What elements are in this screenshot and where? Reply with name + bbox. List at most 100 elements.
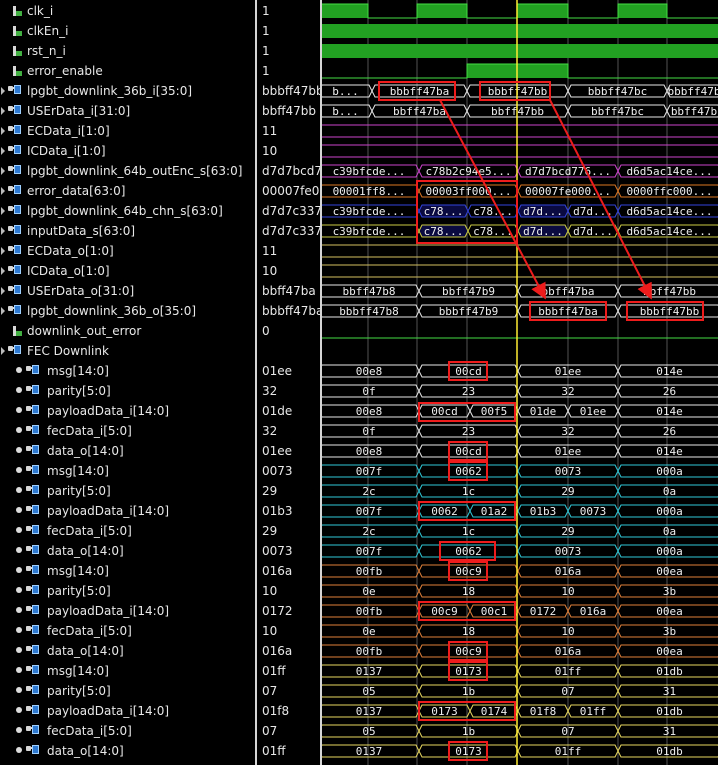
signal-name: data_o[14:0] bbox=[47, 644, 124, 658]
expand-arrow-icon[interactable] bbox=[1, 346, 7, 356]
bus-waveform[interactable]: b...bbff47babbff47bbbbff47bcbbff47b bbox=[318, 104, 718, 118]
signal-row[interactable]: USErData_o[31:0] bbox=[0, 281, 255, 301]
signal-row[interactable]: lpgbt_downlink_36b_i[35:0] bbox=[0, 81, 255, 101]
signal-row[interactable]: data_o[14:0] bbox=[0, 641, 255, 661]
bus-waveform[interactable]: 00e8 00cd 01ee 014e bbox=[318, 364, 718, 378]
bus-waveform[interactable]: 007f 0062 01a2 01b3 0073 000a bbox=[318, 504, 718, 518]
waveform-pane[interactable]: b... bbbff47ba bbbff47bb bbbff47bc bbbff47b b… bbox=[318, 0, 718, 765]
signal-row[interactable]: rst_n_i bbox=[0, 41, 255, 61]
signal-row[interactable]: FEC Downlink bbox=[0, 341, 255, 361]
expand-arrow-icon[interactable] bbox=[1, 146, 7, 156]
signal-row[interactable]: ECData_o[1:0] bbox=[0, 241, 255, 261]
bus-waveform[interactable]: 00e8 00cd 01ee 014e bbox=[318, 444, 718, 458]
signal-row[interactable]: data_o[14:0] bbox=[0, 441, 255, 461]
signal-row[interactable]: parity[5:0] bbox=[0, 681, 255, 701]
expand-arrow-icon[interactable] bbox=[1, 306, 7, 316]
bus-waveform[interactable]: 0e 18 10 3b bbox=[318, 624, 718, 638]
signal-row[interactable]: fecData_i[5:0] bbox=[0, 521, 255, 541]
signal-value: 10 bbox=[262, 144, 278, 158]
expand-arrow-icon[interactable] bbox=[1, 246, 7, 256]
signal-row[interactable]: downlink_out_error bbox=[0, 321, 255, 341]
bus-waveform[interactable]: 0f 23 32 26 bbox=[318, 384, 718, 398]
signal-row[interactable]: clkEn_i bbox=[0, 21, 255, 41]
bus-waveform[interactable]: 0137 0173 0174 01f8 01ff 01db bbox=[318, 704, 718, 718]
bus-waveform[interactable]: 0f 23 32 26 bbox=[318, 424, 718, 438]
signal-row[interactable]: clk_i bbox=[0, 1, 255, 21]
signal-row[interactable]: msg[14:0] bbox=[0, 461, 255, 481]
bus-waveform[interactable]: 00fb 00c9 00c1 0172 016a 00ea bbox=[318, 604, 718, 618]
expand-arrow-icon[interactable] bbox=[1, 206, 7, 216]
bit-waveform[interactable] bbox=[322, 3, 718, 19]
bus-icon-block bbox=[32, 645, 39, 654]
bus-waveform[interactable]: 05 1b 07 31 bbox=[318, 684, 718, 698]
signal-row[interactable]: msg[14:0] bbox=[0, 361, 255, 381]
signal-row[interactable]: payloadData_i[14:0] bbox=[0, 501, 255, 521]
signal-row[interactable]: data_o[14:0] bbox=[0, 741, 255, 761]
bus-waveform[interactable]: 0137 0173 01ff 01db bbox=[318, 744, 718, 758]
signal-row[interactable]: ICData_o[1:0] bbox=[0, 261, 255, 281]
bit-waveform[interactable] bbox=[322, 63, 718, 79]
signal-row[interactable]: payloadData_i[14:0] bbox=[0, 601, 255, 621]
signal-row[interactable]: lpgbt_downlink_36b_o[35:0] bbox=[0, 301, 255, 321]
bus-waveform[interactable] bbox=[322, 124, 718, 138]
bus-waveform[interactable]: 00001ff8... 00003ff000... 00007fe000... 000… bbox=[318, 184, 718, 198]
signal-row[interactable]: parity[5:0] bbox=[0, 581, 255, 601]
sub-signal-bullet-icon bbox=[16, 567, 22, 573]
signal-row[interactable]: fecData_i[5:0] bbox=[0, 621, 255, 641]
expand-arrow-icon[interactable] bbox=[1, 226, 7, 236]
bus-icon-block bbox=[32, 445, 39, 454]
expand-arrow-icon[interactable] bbox=[1, 86, 7, 96]
signal-row[interactable]: msg[14:0] bbox=[0, 661, 255, 681]
bus-waveform[interactable]: 0137 0173 01ff 01db bbox=[318, 664, 718, 678]
bus-waveform[interactable]: 007f 0062 0073 000a bbox=[318, 464, 718, 478]
bus-waveform[interactable]: bbbff47b8 bbbff47b9 bbbff47ba bbbff47bb bbox=[318, 304, 718, 318]
signal-row[interactable]: payloadData_i[14:0] bbox=[0, 701, 255, 721]
expand-arrow-icon[interactable] bbox=[1, 266, 7, 276]
bus-waveform[interactable]: 00fb 00c9 016a 00ea bbox=[318, 564, 718, 578]
bus-segment-value: 00ea bbox=[656, 565, 683, 578]
signal-row[interactable]: payloadData_i[14:0] bbox=[0, 401, 255, 421]
signal-row[interactable]: USErData_i[31:0] bbox=[0, 101, 255, 121]
signal-row[interactable]: msg[14:0] bbox=[0, 561, 255, 581]
bus-segment-value: 31 bbox=[663, 725, 676, 738]
bus-waveform[interactable]: 05 1b 07 31 bbox=[318, 724, 718, 738]
signal-name: error_enable bbox=[27, 64, 103, 78]
expand-arrow-icon[interactable] bbox=[1, 106, 7, 116]
signal-name: payloadData_i[14:0] bbox=[47, 504, 170, 518]
expand-arrow-icon[interactable] bbox=[1, 286, 7, 296]
signal-row[interactable]: parity[5:0] bbox=[0, 381, 255, 401]
signal-row[interactable]: data_o[14:0] bbox=[0, 541, 255, 561]
bus-waveform[interactable]: 2c 1c 29 0a bbox=[318, 484, 718, 498]
signal-row[interactable]: fecData_i[5:0] bbox=[0, 721, 255, 741]
signal-row[interactable]: error_enable bbox=[0, 61, 255, 81]
expand-arrow-icon[interactable] bbox=[1, 126, 7, 136]
bus-waveform[interactable] bbox=[322, 264, 718, 278]
bus-waveform[interactable]: c39bfcde... c78... c78... d7d... d7d... d6d5a… bbox=[318, 224, 718, 238]
bus-waveform[interactable]: 007f 0062 0073 000a bbox=[318, 544, 718, 558]
bus-waveform[interactable]: b...bbbff47babbbff47bbbbbff47bcbbbff47b bbox=[318, 84, 718, 98]
expand-arrow-icon[interactable] bbox=[1, 186, 7, 196]
signal-row[interactable]: ECData_i[1:0] bbox=[0, 121, 255, 141]
bus-waveform[interactable]: 00fb 00c9 016a 00ea bbox=[318, 644, 718, 658]
signal-row[interactable]: inputData_s[63:0] bbox=[0, 221, 255, 241]
signal-value: 01b3 bbox=[262, 504, 293, 518]
bus-waveform[interactable]: 0e 18 10 3b bbox=[318, 584, 718, 598]
bit-waveform[interactable] bbox=[322, 24, 718, 38]
bus-waveform[interactable]: c39bfcde... c78b2c94e5... d7d7bcd776... d6d… bbox=[318, 164, 718, 178]
signal-row[interactable]: parity[5:0] bbox=[0, 481, 255, 501]
bus-waveform[interactable]: bbff47b8 bbff47b9 bbff47ba bbff47bb bbox=[318, 284, 718, 298]
bit-waveform[interactable] bbox=[322, 44, 718, 58]
bus-waveform[interactable] bbox=[322, 144, 718, 158]
signal-row[interactable]: ICData_i[1:0] bbox=[0, 141, 255, 161]
signal-row[interactable]: lpgbt_downlink_64b_outEnc_s[63:0] bbox=[0, 161, 255, 181]
bus-waveform[interactable]: c39bfcde... c78... c78... d7d... d7d... d6d5a… bbox=[318, 204, 718, 218]
bus-waveform[interactable]: 2c 1c 29 0a bbox=[318, 524, 718, 538]
expand-arrow-icon[interactable] bbox=[1, 166, 7, 176]
signal-row[interactable]: error_data[63:0] bbox=[0, 181, 255, 201]
bus-waveform[interactable]: 00e8 00cd 00f5 01de 01ee 014e bbox=[318, 404, 718, 418]
annotation-arrow bbox=[549, 99, 652, 300]
signal-row[interactable]: lpgbt_downlink_64b_chn_s[63:0] bbox=[0, 201, 255, 221]
signal-row[interactable]: fecData_i[5:0] bbox=[0, 421, 255, 441]
bus-segment-value: d6d5ac14ce... bbox=[626, 165, 712, 178]
waveform-canvas[interactable]: b... bbbff47ba bbbff47bb bbbff47bc bbbff47b b… bbox=[318, 0, 718, 765]
